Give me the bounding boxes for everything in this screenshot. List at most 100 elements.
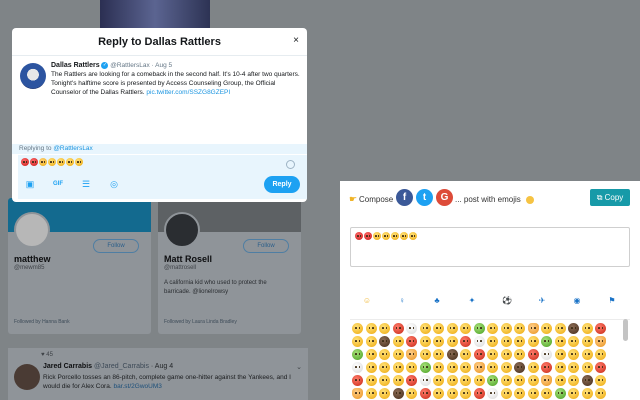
sports-icon[interactable]: ⚽ xyxy=(500,294,514,308)
emoji-option[interactable] xyxy=(581,388,593,399)
emoji-option[interactable] xyxy=(487,323,498,334)
emoji-option[interactable] xyxy=(500,388,512,399)
emoji-option[interactable] xyxy=(568,388,579,399)
emoji-option[interactable] xyxy=(446,375,458,386)
emoji-option[interactable] xyxy=(595,323,606,334)
emoji-option[interactable] xyxy=(595,388,606,399)
google-icon[interactable]: G xyxy=(436,189,453,206)
emoji-option[interactable] xyxy=(419,362,431,373)
emoji-option[interactable] xyxy=(352,336,363,347)
follow-button[interactable]: Follow xyxy=(93,239,139,253)
emoji-option[interactable] xyxy=(514,388,525,399)
emoji-option[interactable] xyxy=(446,349,458,360)
gif-icon[interactable]: GIF xyxy=(52,178,64,190)
travel-icon[interactable]: ✈ xyxy=(535,294,549,308)
emoji-option[interactable] xyxy=(541,323,552,334)
scrollbar-thumb[interactable] xyxy=(623,319,628,341)
emoji-option[interactable] xyxy=(487,362,498,373)
emoji-option[interactable] xyxy=(568,362,579,373)
emoji-option[interactable] xyxy=(365,375,377,386)
emoji-option[interactable] xyxy=(595,362,606,373)
emoji-option[interactable] xyxy=(419,323,431,334)
emoji-option[interactable] xyxy=(392,388,404,399)
emoji-option[interactable] xyxy=(365,323,377,334)
emoji-option[interactable] xyxy=(352,388,363,399)
emoji-option[interactable] xyxy=(392,375,404,386)
tweet-link[interactable]: pic.twitter.com/SSZG8GZEPI xyxy=(146,89,230,96)
emoji-option[interactable] xyxy=(527,349,539,360)
emoji-option[interactable] xyxy=(554,349,566,360)
emoji-option[interactable] xyxy=(460,362,471,373)
emoji-option[interactable] xyxy=(487,388,498,399)
emoji-option[interactable] xyxy=(406,349,417,360)
emoji-option[interactable] xyxy=(487,349,498,360)
emoji-option[interactable] xyxy=(379,388,390,399)
emoji-option[interactable] xyxy=(514,336,525,347)
emoji-option[interactable] xyxy=(473,362,485,373)
emoji-option[interactable] xyxy=(379,349,390,360)
twitter-icon[interactable]: t xyxy=(416,189,433,206)
facebook-icon[interactable]: f xyxy=(396,189,413,206)
emoji-option[interactable] xyxy=(595,349,606,360)
emoji-option[interactable] xyxy=(581,336,593,347)
emoji-option[interactable] xyxy=(514,375,525,386)
emoji-option[interactable] xyxy=(419,336,431,347)
tweet-link[interactable]: bar.st/2GwoUM3 xyxy=(113,383,161,390)
emoji-option[interactable] xyxy=(406,336,417,347)
emoji-option[interactable] xyxy=(406,375,417,386)
emoji-option[interactable] xyxy=(527,336,539,347)
reply-button[interactable]: Reply xyxy=(264,176,300,193)
emoji-option[interactable] xyxy=(541,362,552,373)
image-icon[interactable]: ▣ xyxy=(24,178,36,190)
tweet-author[interactable]: Dallas Rattlers xyxy=(51,62,100,69)
emoji-option[interactable] xyxy=(460,388,471,399)
emoji-option[interactable] xyxy=(392,323,404,334)
emoji-option[interactable] xyxy=(581,375,593,386)
emoji-option[interactable] xyxy=(527,375,539,386)
emoji-option[interactable] xyxy=(460,323,471,334)
flags-icon[interactable]: ⚑ xyxy=(605,294,619,308)
emoji-option[interactable] xyxy=(500,323,512,334)
emoji-option[interactable] xyxy=(433,336,444,347)
emoji-option[interactable] xyxy=(487,375,498,386)
emoji-option[interactable] xyxy=(460,375,471,386)
animals-icon[interactable]: ✦ xyxy=(465,294,479,308)
location-icon[interactable]: ◎ xyxy=(108,178,120,190)
poll-icon[interactable]: ☰ xyxy=(80,178,92,190)
smileys-icon[interactable]: ☺ xyxy=(360,294,374,308)
emoji-option[interactable] xyxy=(473,349,485,360)
chevron-down-icon[interactable]: ⌄ xyxy=(296,363,302,371)
people-icon[interactable]: ♀ xyxy=(395,294,409,308)
emoji-option[interactable] xyxy=(581,323,593,334)
emoji-option[interactable] xyxy=(392,362,404,373)
emoji-option[interactable] xyxy=(392,336,404,347)
emoji-option[interactable] xyxy=(379,375,390,386)
emoji-option[interactable] xyxy=(527,388,539,399)
emoji-option[interactable] xyxy=(419,375,431,386)
emoji-option[interactable] xyxy=(514,349,525,360)
emoji-option[interactable] xyxy=(379,323,390,334)
emoji-option[interactable] xyxy=(595,336,606,347)
emoji-option[interactable] xyxy=(541,388,552,399)
emoji-option[interactable] xyxy=(473,388,485,399)
emoji-option[interactable] xyxy=(527,323,539,334)
emoji-option[interactable] xyxy=(460,336,471,347)
emoji-option[interactable] xyxy=(541,375,552,386)
emoji-option[interactable] xyxy=(473,375,485,386)
emoji-option[interactable] xyxy=(365,388,377,399)
emoji-option[interactable] xyxy=(500,362,512,373)
emoji-option[interactable] xyxy=(419,349,431,360)
emoji-option[interactable] xyxy=(406,323,417,334)
emoji-option[interactable] xyxy=(581,362,593,373)
emoji-option[interactable] xyxy=(554,375,566,386)
emoji-option[interactable] xyxy=(514,323,525,334)
emoji-option[interactable] xyxy=(433,375,444,386)
emoji-option[interactable] xyxy=(433,362,444,373)
follow-button[interactable]: Follow xyxy=(243,239,289,253)
copy-button[interactable]: ⧉ Copy xyxy=(590,189,630,206)
emoji-option[interactable] xyxy=(487,336,498,347)
emoji-option[interactable] xyxy=(406,388,417,399)
emoji-option[interactable] xyxy=(581,349,593,360)
replying-handle[interactable]: @RattlersLax xyxy=(53,145,92,152)
emoji-option[interactable] xyxy=(365,349,377,360)
